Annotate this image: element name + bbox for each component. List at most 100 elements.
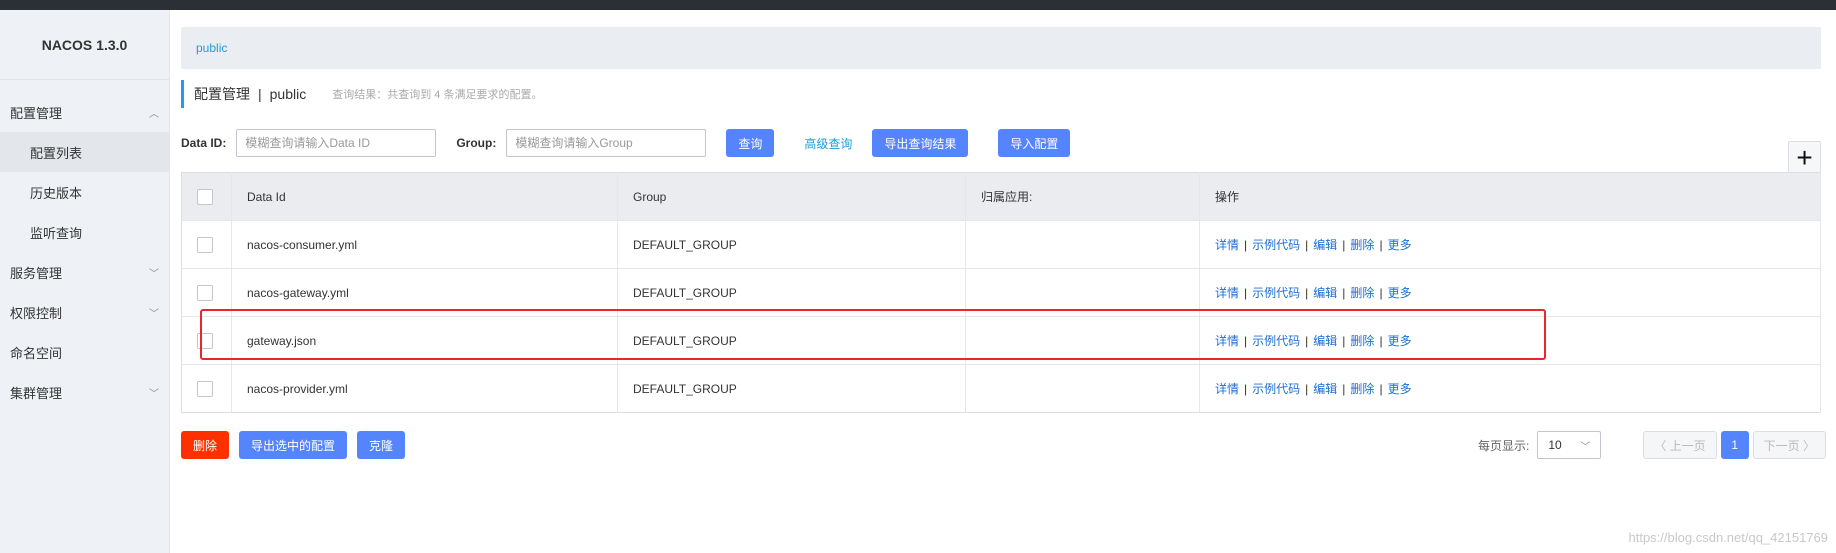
sidebar-item-cluster-management[interactable]: 集群管理 ﹀ [0,372,169,412]
search-bar: Data ID: Group: 查询 高级查询 导出查询结果 导入配置 + [181,129,1821,174]
sidebar-item-history[interactable]: 历史版本 [0,172,169,212]
more-link[interactable]: 更多 [1388,238,1412,252]
chevron-down-icon: ﹀ [149,308,159,320]
sample-code-link[interactable]: 示例代码 [1252,382,1300,396]
sidebar-item-label: 权限控制 [10,305,63,321]
plus-icon: + [1796,141,1813,173]
detail-link[interactable]: 详情 [1215,286,1239,300]
add-config-button[interactable]: + [1788,141,1821,174]
sample-code-link[interactable]: 示例代码 [1252,238,1300,252]
export-results-button[interactable]: 导出查询结果 [872,129,969,157]
more-link[interactable]: 更多 [1388,382,1412,396]
main-content: public 配置管理 | public 查询结果：共查询到 4 条满足要求的配… [171,10,1836,553]
row-select-cell [181,316,232,365]
data-id-cell: nacos-consumer.yml [231,220,618,269]
bulk-delete-button[interactable]: 删除 [181,431,230,459]
actions-cell: 详情 | 示例代码 | 编辑 | 删除 | 更多 [1199,268,1821,317]
chevron-down-icon: ﹀ [1580,441,1591,453]
sidebar-item-label: 服务管理 [10,265,63,281]
page-title: 配置管理 [194,86,250,102]
import-config-button[interactable]: 导入配置 [998,129,1071,157]
group-cell: DEFAULT_GROUP [617,268,966,317]
table-header-row: Data Id Group 归属应用: 操作 [181,172,1821,221]
row-checkbox[interactable] [197,380,213,397]
sidebar-item-label: 命名空间 [10,345,63,361]
sample-code-link[interactable]: 示例代码 [1252,334,1300,348]
top-bar [0,0,1836,10]
chevron-down-icon: ﹀ [149,268,159,280]
sample-code-link[interactable]: 示例代码 [1252,286,1300,300]
advanced-query-link[interactable]: 高级查询 [804,135,852,152]
column-header: 归属应用: [965,172,1200,221]
data-id-label: Data ID: [181,136,227,150]
more-link[interactable]: 更多 [1388,286,1412,300]
namespace-tab-public[interactable]: public [196,41,227,55]
row-select-cell [181,268,232,317]
query-result-text: 查询结果：共查询到 4 条满足要求的配置。 [332,89,543,101]
export-selected-button[interactable]: 导出选中的配置 [239,431,348,459]
config-table: Data Id Group 归属应用: 操作 nacos-consumer.ym… [181,172,1821,413]
bulk-actions: 删除 导出选中的配置 克隆 [181,431,406,459]
actions-cell: 详情 | 示例代码 | 编辑 | 删除 | 更多 [1199,364,1821,413]
table-row: nacos-consumer.yml DEFAULT_GROUP 详情 | 示例代码… [181,220,1821,269]
actions-cell: 详情 | 示例代码 | 编辑 | 删除 | 更多 [1199,220,1821,269]
sidebar-item-namespace[interactable]: 命名空间 [0,332,169,372]
title-separator: | [258,86,262,102]
row-checkbox[interactable] [197,332,213,349]
row-checkbox[interactable] [197,236,213,253]
app-cell [965,364,1200,413]
per-page-select[interactable]: 10 ﹀ [1537,431,1602,459]
data-id-cell: nacos-gateway.yml [231,268,618,317]
table-row: gateway.json DEFAULT_GROUP 详情 | 示例代码 | 编辑 | 删除… [181,316,1821,365]
delete-link[interactable]: 删除 [1350,382,1374,396]
edit-link[interactable]: 编辑 [1313,238,1337,252]
sidebar-item-listener-query[interactable]: 监听查询 [0,212,169,252]
app-logo: NACOS 1.3.0 [0,10,169,80]
per-page-label: 每页显示: [1477,438,1530,453]
page-number-button[interactable]: 1 [1720,431,1749,459]
sidebar-menu: 配置管理 ︿ 配置列表 历史版本 监听查询 服务管理 ﹀ 权限控制 ﹀ 命名空间… [0,92,169,412]
next-page-button[interactable]: 下一页 〉 [1752,431,1826,459]
column-header: 操作 [1199,172,1821,221]
detail-link[interactable]: 详情 [1215,238,1239,252]
edit-link[interactable]: 编辑 [1313,334,1337,348]
table-row: nacos-gateway.yml DEFAULT_GROUP 详情 | 示例代码 |… [181,268,1821,317]
data-id-cell: nacos-provider.yml [231,364,618,413]
prev-page-button[interactable]: 〈 上一页 [1643,431,1717,459]
sidebar-item-config-management[interactable]: 配置管理 ︿ [0,92,169,132]
delete-link[interactable]: 删除 [1350,334,1374,348]
delete-link[interactable]: 删除 [1350,286,1374,300]
row-select-cell [181,364,232,413]
select-all-cell [181,172,232,221]
config-submenu: 配置列表 历史版本 监听查询 [0,132,169,252]
sidebar-item-config-list[interactable]: 配置列表 [0,132,169,172]
column-header[interactable]: Data Id [231,172,618,221]
sidebar-item-access-control[interactable]: 权限控制 ﹀ [0,292,169,332]
app-cell [965,220,1200,269]
sidebar-item-label: 集群管理 [10,385,63,401]
page-header: 配置管理 | public 查询结果：共查询到 4 条满足要求的配置。 [181,80,542,108]
select-all-checkbox[interactable] [197,188,213,205]
data-id-input[interactable] [236,129,437,157]
data-id-cell: gateway.json [231,316,618,365]
sidebar: NACOS 1.3.0 配置管理 ︿ 配置列表 历史版本 监听查询 服务管理 ﹀… [0,10,170,553]
column-header[interactable]: Group [617,172,966,221]
edit-link[interactable]: 编辑 [1313,382,1337,396]
sidebar-item-service-management[interactable]: 服务管理 ﹀ [0,252,169,292]
detail-link[interactable]: 详情 [1215,334,1239,348]
group-input[interactable] [506,129,707,157]
more-link[interactable]: 更多 [1388,334,1412,348]
app-cell [965,316,1200,365]
query-button[interactable]: 查询 [726,129,775,157]
group-cell: DEFAULT_GROUP [617,316,966,365]
clone-button[interactable]: 克隆 [357,431,406,459]
edit-link[interactable]: 编辑 [1313,286,1337,300]
group-cell: DEFAULT_GROUP [617,364,966,413]
sidebar-item-label: 配置管理 [10,105,63,121]
group-label: Group: [456,136,497,150]
row-checkbox[interactable] [197,284,213,301]
group-cell: DEFAULT_GROUP [617,220,966,269]
delete-link[interactable]: 删除 [1350,238,1374,252]
detail-link[interactable]: 详情 [1215,382,1239,396]
chevron-up-icon: ︿ [149,108,159,120]
